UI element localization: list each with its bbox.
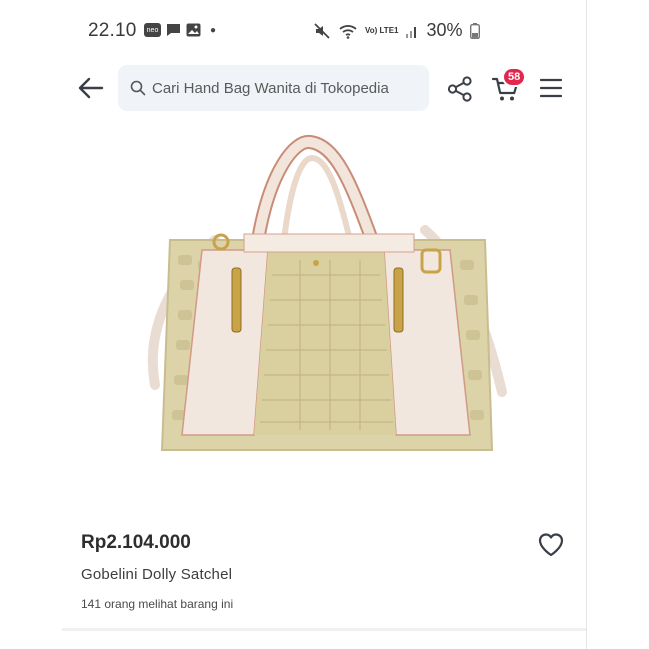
top-app-bar: 58: [0, 64, 586, 112]
battery-icon: [469, 22, 480, 39]
network-label: Vo) LTE1: [365, 25, 399, 35]
status-bar: 22.10 neo ● Vo) LTE1 30%: [0, 14, 586, 48]
signal-icon: [406, 26, 417, 38]
share-icon[interactable]: [446, 75, 474, 103]
wifi-icon: [339, 24, 357, 39]
system-icons: Vo) LTE1 30%: [313, 20, 480, 41]
cart-count-badge: 58: [502, 67, 527, 87]
section-divider: [62, 628, 586, 631]
search-input[interactable]: [152, 79, 422, 97]
menu-icon[interactable]: [540, 77, 562, 99]
neo-app-icon: neo: [144, 23, 161, 37]
product-price: Rp2.104.000: [81, 532, 191, 553]
notification-icons: neo ●: [144, 23, 216, 37]
product-name: Gobelini Dolly Satchel: [81, 566, 233, 583]
search-icon: [130, 80, 146, 96]
battery-percent: 30%: [426, 20, 463, 40]
chat-icon: [167, 24, 180, 36]
gallery-icon: [186, 23, 201, 37]
more-notifications-dot: ●: [210, 24, 217, 36]
product-page: 22.10 neo ● Vo) LTE1 30% Cari Hand Bag W…: [0, 0, 586, 649]
search-bar[interactable]: [118, 65, 429, 111]
back-arrow-icon[interactable]: [76, 74, 106, 102]
heart-icon[interactable]: [537, 531, 565, 559]
mute-icon: [314, 22, 330, 39]
screen-edge: [586, 0, 587, 649]
status-time: 22.10: [88, 20, 137, 41]
viewer-count-text: 141 orang melihat barang ini: [81, 597, 234, 611]
product-image[interactable]: [140, 130, 520, 480]
